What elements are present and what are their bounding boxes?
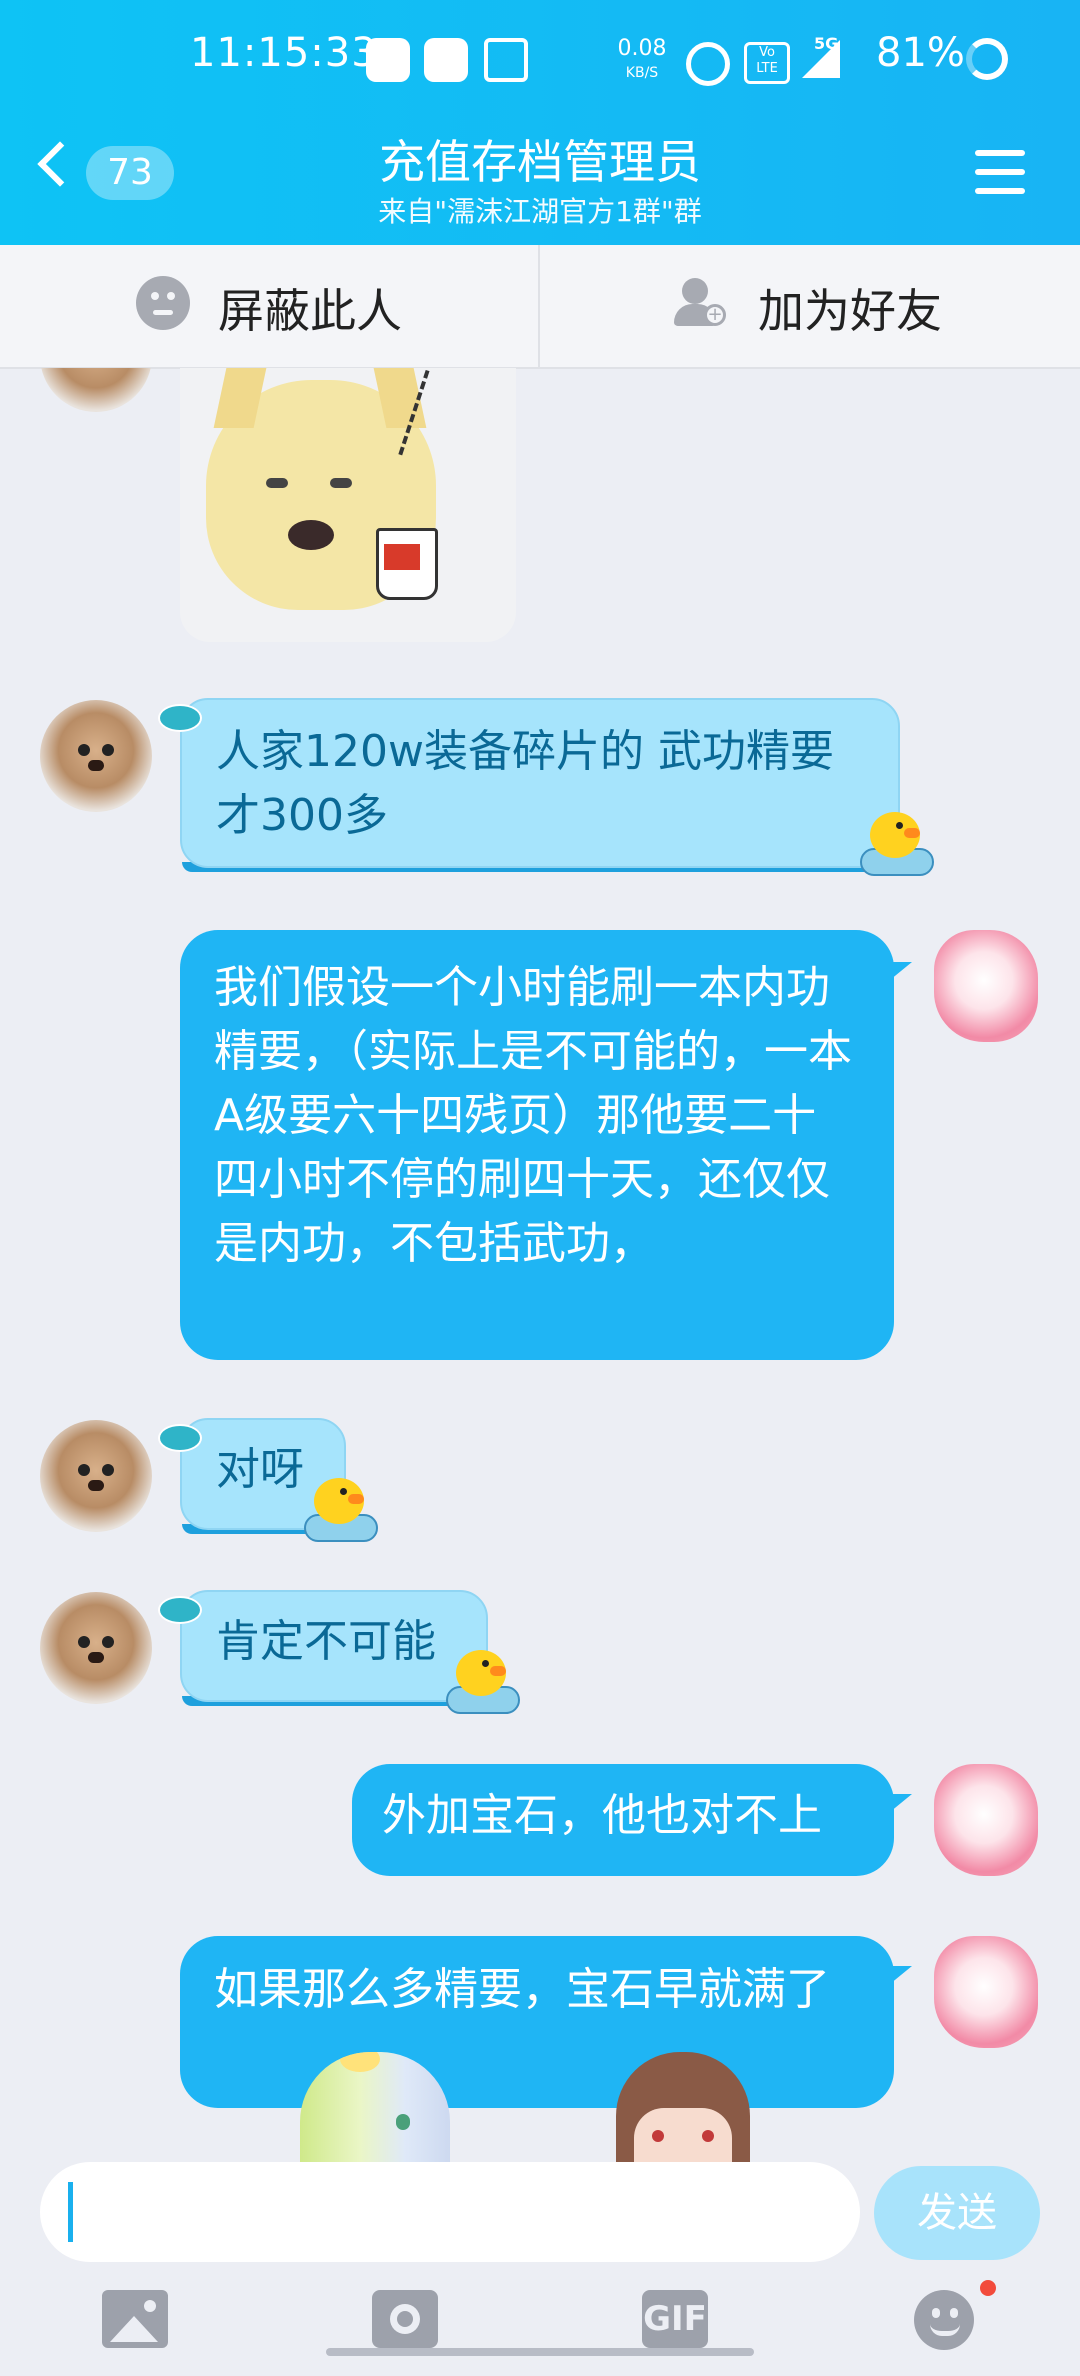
- message-text: 对呀: [216, 1444, 304, 1495]
- unread-badge[interactable]: 73: [86, 146, 174, 200]
- chat-header: 11:15:33 0.08 KB/S Vo LTE 5G 81% 73 充值存档…: [0, 0, 1080, 245]
- gallery-notification-icon: [484, 38, 528, 82]
- emoji-icon[interactable]: [914, 2290, 974, 2350]
- menu-icon[interactable]: [975, 150, 1025, 194]
- page-subtitle: 来自"濡沫江湖官方1群"群: [378, 195, 702, 228]
- message-text: 如果那么多精要，宝石早就满了: [214, 1964, 830, 2015]
- duck-decoration-icon: [304, 1474, 378, 1542]
- qq-notification-icon: [424, 38, 468, 82]
- send-button[interactable]: 发送: [874, 2166, 1040, 2260]
- bubble-tail: [890, 1794, 912, 1812]
- qq-notification-icon: [366, 38, 410, 82]
- message-text: 外加宝石，他也对不上: [382, 1790, 822, 1841]
- character-decoration: [616, 2052, 750, 2162]
- sender-avatar[interactable]: [40, 700, 152, 812]
- fish-decoration-icon: [158, 1424, 202, 1452]
- page-title: 充值存档管理员: [379, 135, 701, 189]
- block-user-button[interactable]: 屏蔽此人: [218, 275, 402, 341]
- my-avatar[interactable]: [934, 1936, 1038, 2048]
- battery-percent: 81%: [876, 30, 965, 76]
- message-text: 我们假设一个小时能刷一本内功精要，（实际上是不可能的，一本A级要六十四残页）那他…: [214, 962, 852, 1269]
- text-cursor: [68, 2182, 73, 2242]
- net-speed: 0.08: [617, 36, 667, 61]
- message-bubble[interactable]: 我们假设一个小时能刷一本内功精要，（实际上是不可能的，一本A级要六十四残页）那他…: [180, 930, 894, 1360]
- home-indicator[interactable]: [326, 2348, 754, 2356]
- message-text: 人家120w装备碎片的 武功精要才300多: [216, 726, 834, 841]
- battery-icon: [966, 38, 1008, 80]
- add-friend-button[interactable]: 加为好友: [758, 275, 942, 341]
- back-chevron-icon[interactable]: [37, 141, 83, 187]
- sender-avatar[interactable]: [40, 1592, 152, 1704]
- action-divider: [538, 245, 540, 367]
- camera-icon[interactable]: [372, 2290, 438, 2348]
- sender-avatar[interactable]: [40, 1420, 152, 1532]
- bubble-tail: [890, 962, 912, 980]
- image-icon[interactable]: [102, 2290, 168, 2348]
- status-time: 11:15:33: [190, 30, 378, 76]
- gif-icon[interactable]: GIF: [642, 2290, 708, 2348]
- notification-dot: [980, 2280, 996, 2296]
- alarm-icon: [686, 42, 730, 86]
- network-type: 5G: [814, 34, 839, 53]
- volte-icon: Vo LTE: [744, 42, 790, 84]
- message-text: 肯定不可能: [216, 1616, 436, 1667]
- message-bubble[interactable]: 人家120w装备碎片的 武功精要才300多: [180, 698, 900, 872]
- my-avatar[interactable]: [934, 930, 1038, 1042]
- message-input[interactable]: [40, 2162, 860, 2262]
- message-bubble[interactable]: 外加宝石，他也对不上: [352, 1764, 894, 1876]
- sticker-image[interactable]: [180, 368, 516, 642]
- duck-decoration-icon: [860, 808, 934, 876]
- net-speed-unit: KB/S: [625, 65, 659, 81]
- my-avatar[interactable]: [934, 1764, 1038, 1876]
- duck-decoration-icon: [446, 1646, 520, 1714]
- add-friend-icon[interactable]: +: [674, 278, 726, 330]
- block-icon[interactable]: [136, 276, 190, 330]
- fish-decoration-icon: [158, 1596, 202, 1624]
- message-bubble[interactable]: 如果那么多精要，宝石早就满了: [180, 1936, 894, 2108]
- message-bubble[interactable]: 肯定不可能: [180, 1590, 488, 1706]
- fish-decoration-icon: [158, 704, 202, 732]
- bubble-tail: [890, 1966, 912, 1984]
